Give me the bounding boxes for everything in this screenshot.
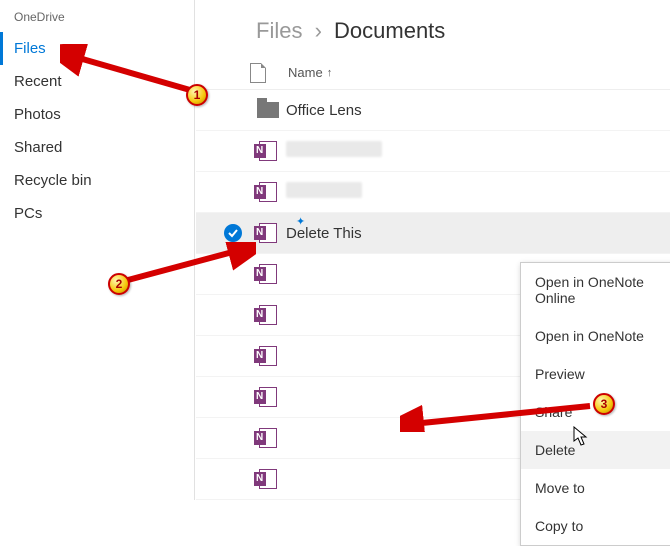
sidebar-item-shared[interactable]: Shared	[0, 131, 194, 164]
column-name-label: Name	[288, 65, 323, 80]
onenote-icon	[250, 182, 286, 202]
annotation-badge-1: 1	[186, 84, 208, 106]
file-name[interactable]	[286, 141, 382, 161]
file-row[interactable]: Delete This✦	[196, 213, 670, 254]
onenote-icon	[250, 223, 286, 243]
onenote-icon	[250, 346, 286, 366]
file-name[interactable]	[286, 182, 362, 202]
annotation-badge-2: 2	[108, 273, 130, 295]
file-row[interactable]: Office Lens	[196, 90, 670, 131]
checkmark-icon	[224, 224, 242, 242]
breadcrumb-separator: ›	[309, 18, 328, 43]
row-checkbox[interactable]	[216, 224, 250, 242]
redacted-text	[286, 182, 362, 198]
redacted-text	[286, 141, 382, 157]
menu-item-open-in-onenote[interactable]: Open in OneNote	[521, 317, 670, 355]
annotation-arrow-1	[60, 44, 200, 100]
menu-item-copy-to[interactable]: Copy to	[521, 507, 670, 545]
annotation-badge-3: 3	[593, 393, 615, 415]
onenote-icon	[250, 305, 286, 325]
sidebar-item-photos[interactable]: Photos	[0, 98, 194, 131]
list-header: Name ↑	[196, 56, 670, 90]
onenote-icon	[250, 428, 286, 448]
file-row[interactable]	[196, 172, 670, 213]
menu-item-delete[interactable]: Delete	[521, 431, 670, 469]
sidebar-item-recycle-bin[interactable]: Recycle bin	[0, 164, 194, 197]
sort-ascending-icon: ↑	[327, 67, 333, 79]
onenote-icon	[250, 141, 286, 161]
new-indicator-icon: ✦	[296, 215, 305, 228]
folder-icon	[250, 102, 286, 118]
onenote-icon	[250, 469, 286, 489]
app-title: OneDrive	[0, 4, 194, 32]
menu-item-preview[interactable]: Preview	[521, 355, 670, 393]
menu-item-open-in-onenote-online[interactable]: Open in OneNote Online	[521, 263, 670, 317]
file-row[interactable]	[196, 131, 670, 172]
file-name[interactable]: Office Lens	[286, 102, 362, 119]
document-type-icon[interactable]	[250, 63, 266, 83]
sidebar-item-pcs[interactable]: PCs	[0, 197, 194, 230]
breadcrumb-root[interactable]: Files	[256, 18, 302, 43]
annotation-arrow-3	[400, 402, 600, 432]
annotation-arrow-2	[122, 242, 256, 286]
column-name[interactable]: Name ↑	[288, 65, 332, 80]
menu-item-move-to[interactable]: Move to	[521, 469, 670, 507]
breadcrumb: Files › Documents	[196, 0, 670, 56]
onenote-icon	[250, 387, 286, 407]
breadcrumb-current: Documents	[334, 18, 445, 43]
